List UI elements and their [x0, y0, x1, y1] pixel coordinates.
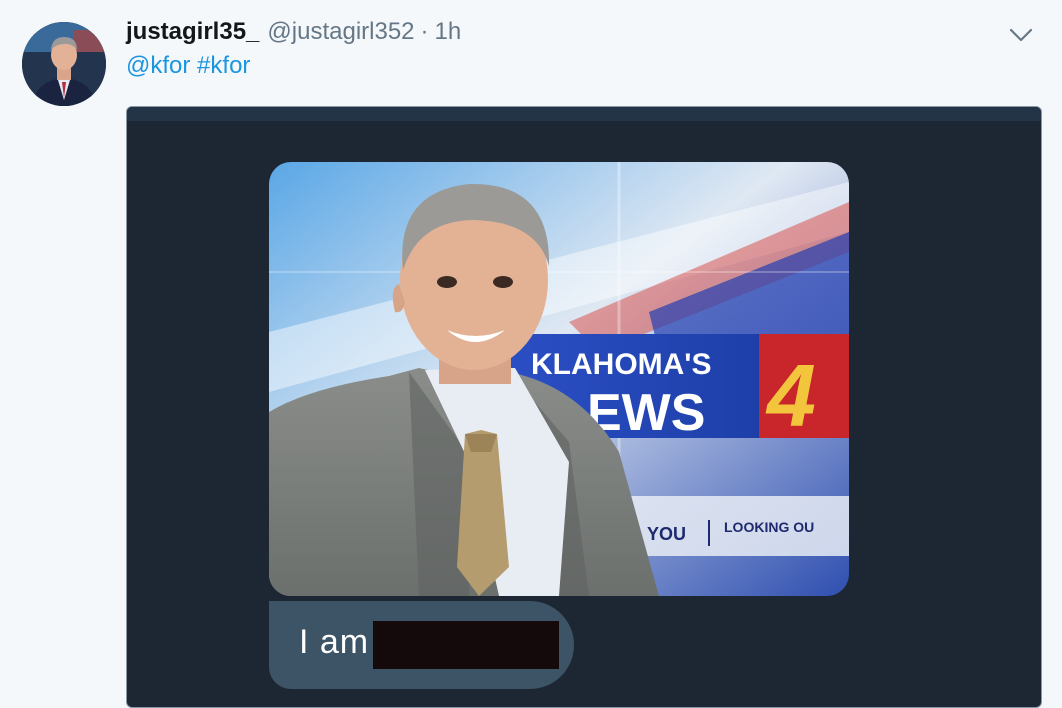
avatar[interactable] — [22, 22, 106, 106]
backdrop-text-1: KLAHOMA'S — [531, 348, 711, 381]
media-card-header — [127, 107, 1041, 121]
username[interactable]: @justagirl352 — [267, 18, 414, 46]
tweet-text: @kfor #kfor — [126, 52, 250, 80]
separator: · — [420, 18, 429, 45]
display-name[interactable]: justagirl35_ — [126, 18, 259, 46]
caption-text: I am — [299, 623, 370, 661]
tweet: justagirl35_ @justagirl352 · 1h @kfor #k… — [0, 0, 1062, 708]
backdrop-strap-left: YOU — [647, 524, 686, 544]
caption-bubble: I am — [269, 601, 574, 689]
chevron-down-icon[interactable] — [1006, 22, 1036, 48]
avatar-image — [22, 22, 106, 106]
media-card[interactable]: KLAHOMA'S EWS 4 YOU LOOKING OU I am — [126, 106, 1042, 708]
timestamp[interactable]: 1h — [435, 18, 462, 46]
redaction-bar — [373, 621, 559, 669]
hashtag-link[interactable]: #kfor — [197, 52, 250, 79]
tweet-header: justagirl35_ @justagirl352 · 1h — [126, 18, 461, 50]
backdrop-number: 4 — [765, 346, 816, 445]
backdrop-strap-right: LOOKING OU — [724, 519, 814, 535]
mention-link[interactable]: @kfor — [126, 52, 190, 79]
news-anchor-photo[interactable]: KLAHOMA'S EWS 4 YOU LOOKING OU — [269, 162, 849, 596]
